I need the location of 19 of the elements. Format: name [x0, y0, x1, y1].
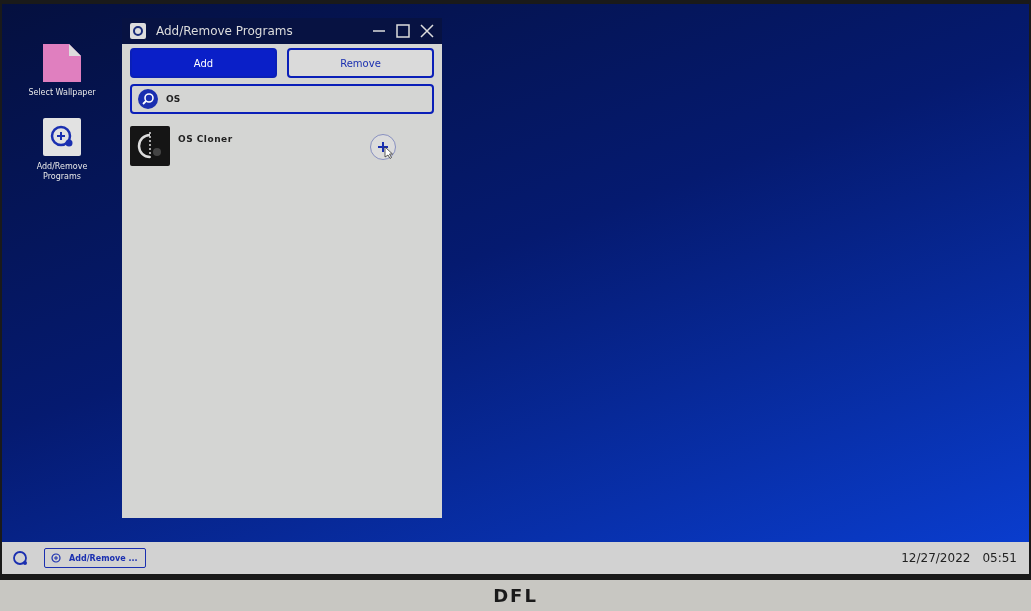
- window-title: Add/Remove Programs: [156, 24, 293, 38]
- tab[interactable]: Remove: [287, 48, 434, 78]
- wallpaper-file-icon[interactable]: [43, 44, 81, 82]
- tab[interactable]: Add: [130, 48, 277, 78]
- desktop-icon-label: Add/Remove Programs: [35, 162, 89, 182]
- search-field[interactable]: OS: [130, 84, 434, 114]
- time-text: 05:51: [982, 551, 1017, 565]
- program-name: OS Cloner: [178, 134, 233, 144]
- start-circle-icon[interactable]: [12, 550, 28, 566]
- desktop-icon-label: Select Wallpaper: [28, 88, 96, 98]
- plus-icon: [377, 141, 389, 153]
- maximize-icon[interactable]: [396, 24, 410, 38]
- taskbar-item[interactable]: Add/Remove ...: [44, 548, 146, 568]
- mouse-cursor-icon: [384, 146, 393, 159]
- search-icon: [138, 89, 158, 109]
- close-icon[interactable]: [420, 24, 434, 38]
- brand-logo: DFL: [493, 585, 538, 606]
- program-logo-icon: [130, 126, 170, 166]
- date-text: 12/27/2022: [901, 551, 971, 565]
